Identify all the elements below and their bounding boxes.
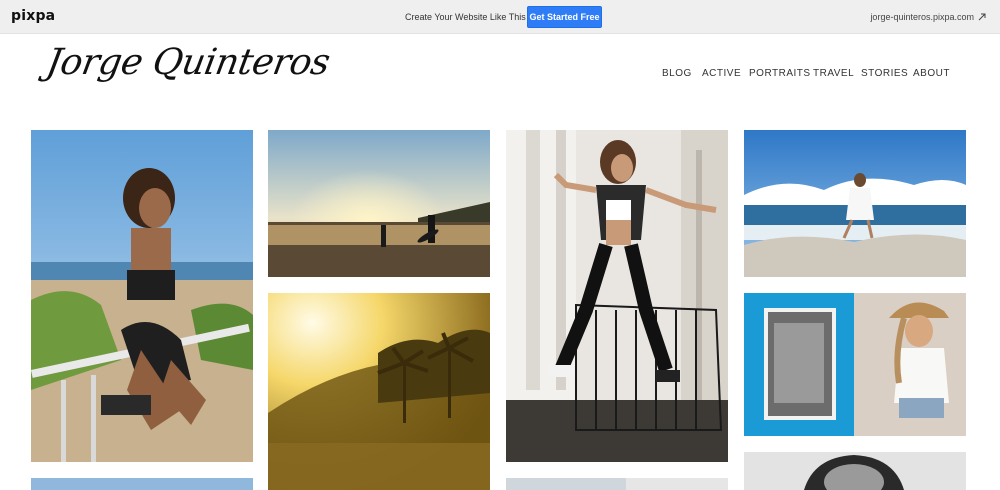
photo-sunset-surfer[interactable]: [268, 130, 490, 277]
site-url-label: jorge-quinteros.pixpa.com: [870, 12, 974, 22]
photo-woman-hat-portrait[interactable]: [744, 293, 966, 436]
promo-bar: pixpa Create Your Website Like This Get …: [0, 0, 1000, 34]
promo-text: Create Your Website Like This: [405, 12, 526, 22]
site-logo[interactable]: Jorge Quinteros: [43, 42, 332, 83]
pixpa-logo[interactable]: pixpa: [11, 8, 55, 24]
photo-beach-woman-rocks[interactable]: [744, 130, 966, 277]
nav-item-blog[interactable]: BLOG: [662, 68, 692, 79]
photo-partial-bottom-3[interactable]: [506, 478, 728, 490]
nav-item-active[interactable]: ACTIVE: [702, 68, 741, 79]
photo-beach-woman-railing[interactable]: [31, 130, 253, 462]
photo-bw-portrait-partial[interactable]: [744, 452, 966, 490]
nav-item-stories[interactable]: STORIES: [861, 68, 908, 79]
site-url-link[interactable]: jorge-quinteros.pixpa.com: [870, 12, 986, 22]
nav-item-portraits[interactable]: PORTRAITS: [749, 68, 811, 79]
photo-woman-jumping[interactable]: [506, 130, 728, 462]
nav-item-travel[interactable]: TRAVEL: [813, 68, 854, 79]
nav-item-about[interactable]: ABOUT: [913, 68, 950, 79]
get-started-button[interactable]: Get Started Free: [527, 6, 602, 28]
photo-partial-bottom-1[interactable]: [31, 478, 253, 490]
external-link-icon: [978, 13, 986, 21]
photo-golden-palms[interactable]: [268, 293, 490, 490]
